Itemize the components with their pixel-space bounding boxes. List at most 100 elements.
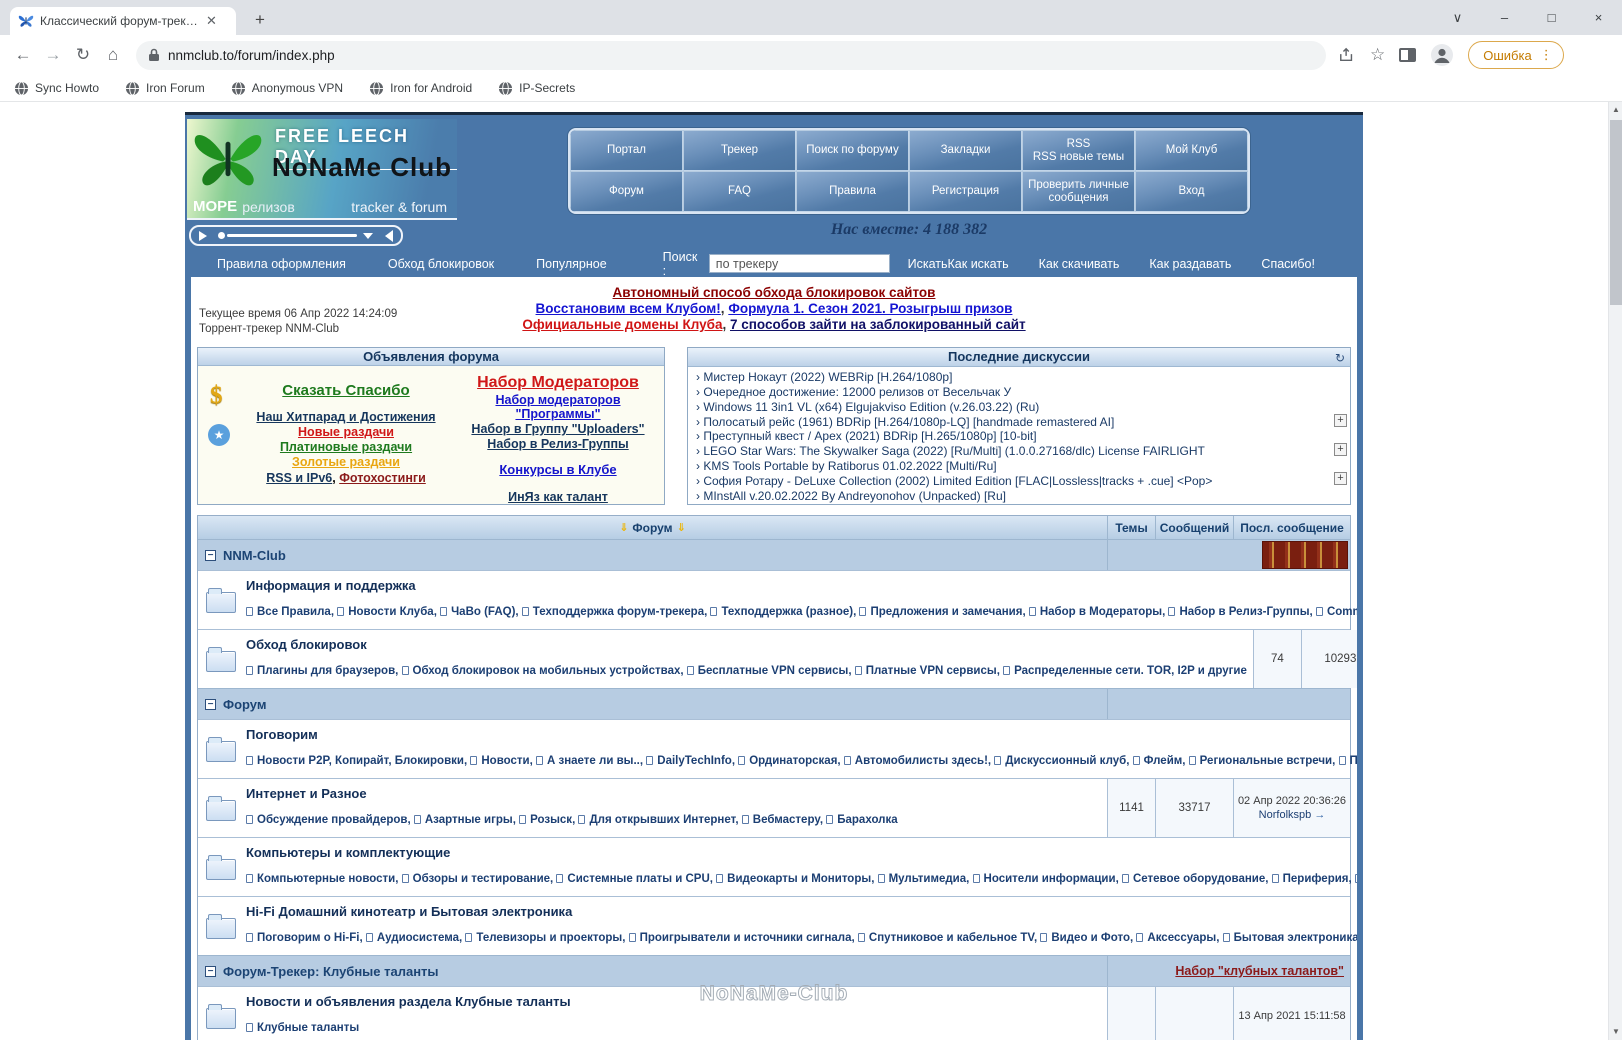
menu-rss[interactable]: RSS RSS новые темы [1022,130,1135,171]
maximize-button[interactable]: □ [1528,0,1575,35]
announce-link[interactable]: Автономный способ обхода блокировок сайт… [613,285,936,300]
forward-icon[interactable]: → [38,45,68,65]
subforum-link[interactable]: Плагины для браузеров [246,665,402,677]
subforum-link[interactable]: Техподдержка форум-трекера [521,606,710,618]
search-button[interactable]: Искать [908,257,948,271]
subforum-link[interactable]: Розыск [519,814,578,826]
toolbar-link[interactable]: Правила оформления [217,257,346,271]
toolbar-link[interactable]: Популярное [536,257,607,271]
subforum-link[interactable]: Спутниковое и кабельное TV [857,932,1040,944]
subforum-link[interactable]: Дискуссионный клуб [994,755,1133,767]
subforum-link[interactable]: Набор в Релиз-Группы [1168,606,1316,618]
announce-link[interactable]: Восстановим всем Клубом! [536,301,721,316]
menu-bookmarks[interactable]: Закладки [909,130,1022,171]
subforum-link[interactable]: ЧаВо (FAQ) [440,606,522,618]
forum-title-link[interactable]: Новости и объявления раздела Клубные тал… [246,994,1101,1009]
subforum-link[interactable]: Барахолка [826,814,898,826]
subforum-link[interactable]: Для открывших Интернет [578,814,742,826]
expand-plus-icon[interactable] [1334,443,1347,456]
subforum-link[interactable]: Системные платы и CPU [556,873,716,885]
category-banner-image[interactable] [1262,541,1348,569]
subforum-link[interactable]: Бытовая электроника [1222,932,1357,944]
new-tab-button[interactable]: + [248,8,272,32]
subforum-link[interactable]: Видеокарты и Мониторы [716,873,878,885]
menu-registration[interactable]: Регистрация [909,171,1022,212]
bookmark-star-icon[interactable]: ☆ [1370,45,1385,65]
reload-icon[interactable]: ↻ [68,45,98,65]
bookmark-item[interactable]: Anonymous VPN [231,80,343,96]
menu-login[interactable]: Вход [1135,171,1248,212]
announce-box-link[interactable]: Набор Модераторов [452,374,664,392]
discussion-item[interactable]: Мистер Нокаут (2022) WEBRip [H.264/1080p… [696,370,1334,385]
announce-box-link[interactable]: Золотые раздачи [240,455,452,469]
toolbar-link[interactable]: Спасибо! [1261,257,1315,271]
subforum-link[interactable]: Сетевое оборудование [1121,873,1272,885]
subforum-link[interactable]: Мультимедиа [877,873,973,885]
announce-box-link[interactable]: Набор в Группу "Uploaders" [452,422,664,436]
announce-box-link[interactable]: Новые раздачи [240,425,452,439]
menu-forum[interactable]: Форум [570,171,683,212]
subforum-link[interactable]: Новости Клуба [337,606,440,618]
announce-box-link[interactable]: Фотохостинги [339,471,426,485]
category-title[interactable]: Форум-Трекер: Клубные таланты [198,964,1107,979]
collapse-icon[interactable] [205,549,216,561]
announce-box-link[interactable]: Сказать Спасибо [240,382,452,399]
subforum-link[interactable]: Азартные игры [413,814,519,826]
discussion-item[interactable]: Windows 11 3in1 VL (x64) Elgujakviso Edi… [696,400,1334,415]
toolbar-link[interactable]: Как раздавать [1149,257,1231,271]
profile-avatar[interactable] [1430,43,1454,67]
bookmark-item[interactable]: IP-Secrets [498,80,575,96]
subforum-link[interactable]: Communication in English (any questions) [1315,606,1357,618]
subforum-link[interactable]: Новости [470,755,536,767]
subforum-link[interactable]: Клубные таланты [246,1022,359,1034]
subforum-link[interactable]: Автомобилисты здесь! [843,755,994,767]
toolbar-link[interactable]: Обход блокировок [388,257,494,271]
subforum-link[interactable]: Носители информации [972,873,1122,885]
announce-box-link[interactable]: Набор в Релиз-Группы [452,437,664,451]
scrollbar-thumb[interactable] [1610,120,1622,305]
subforum-link[interactable]: Региональные встречи [1188,755,1339,767]
subforum-link[interactable]: Флейм [1132,755,1189,767]
subforum-link[interactable]: Видео и Фото [1040,932,1136,944]
page-scrollbar[interactable]: ▲ ▼ [1608,102,1622,1040]
announce-link[interactable]: 7 способов зайти на заблокированный сайт [730,317,1026,332]
subforum-link[interactable]: Распределенные сети. TOR, I2P и другие [1003,665,1247,677]
subforum-link[interactable]: Проигрыватели и источники сигнала [628,932,858,944]
refresh-icon[interactable]: ↻ [1335,351,1345,365]
menu-tracker[interactable]: Трекер [683,130,796,171]
bookmark-item[interactable]: Iron for Android [369,80,472,96]
subforum-link[interactable]: Корпуса и питание [1354,873,1357,885]
subforum-link[interactable]: Обсуждение провайдеров [246,814,414,826]
scroll-up-icon[interactable]: ▲ [1609,102,1622,118]
category-title[interactable]: Форум [198,697,1107,712]
subforum-link[interactable]: Бесплатные VPN сервисы [686,665,855,677]
player-progress-handle[interactable] [218,232,225,239]
forum-title-link[interactable]: Информация и поддержка [246,578,1357,593]
browser-tab[interactable]: Классический форум-трекер :: ✕ [10,7,236,35]
announce-box-link[interactable]: Набор модераторов "Программы" [452,393,664,421]
menu-faq[interactable]: FAQ [683,171,796,212]
subforum-link[interactable]: DailyTechInfo [646,755,738,767]
bookmark-item[interactable]: Sync Howto [14,80,99,96]
subforum-link[interactable]: Аксессуары [1136,932,1223,944]
subforum-link[interactable]: Все Правила [246,606,337,618]
announce-box-link[interactable]: Платиновые раздачи [240,440,452,454]
expand-plus-icon[interactable] [1334,472,1347,485]
forum-title-link[interactable]: Hi-Fi Домашний кинотеатр и Бытовая элект… [246,904,1357,919]
toolbar-link[interactable]: Как скачивать [1039,257,1120,271]
category-title[interactable]: NNM-Club [198,548,1107,563]
tab-close-icon[interactable]: ✕ [206,13,217,29]
subforum-link[interactable]: А знаете ли вы.. [535,755,646,767]
subforum-link[interactable]: Платные VPN сервисы [854,665,1003,677]
minimize-button[interactable]: – [1481,0,1528,35]
subforum-link[interactable]: Вебмастеру [741,814,826,826]
subforum-link[interactable]: Компьютерные новости [246,873,402,885]
subforum-link[interactable]: Телевизоры и проекторы [465,932,629,944]
category-right-link[interactable]: Набор "клубных талантов" [1175,964,1348,978]
subforum-link[interactable]: Обзоры и тестирование [401,873,556,885]
subforum-link[interactable]: Техподдержка (разное) [710,606,859,618]
subforum-link[interactable]: Обход блокировок на мобильных устройства… [401,665,687,677]
forum-title-link[interactable]: Поговорим [246,727,1357,742]
menu-private-messages[interactable]: Проверить личные сообщения [1022,171,1135,212]
kebab-menu-icon[interactable]: ⋮ [1540,47,1553,63]
